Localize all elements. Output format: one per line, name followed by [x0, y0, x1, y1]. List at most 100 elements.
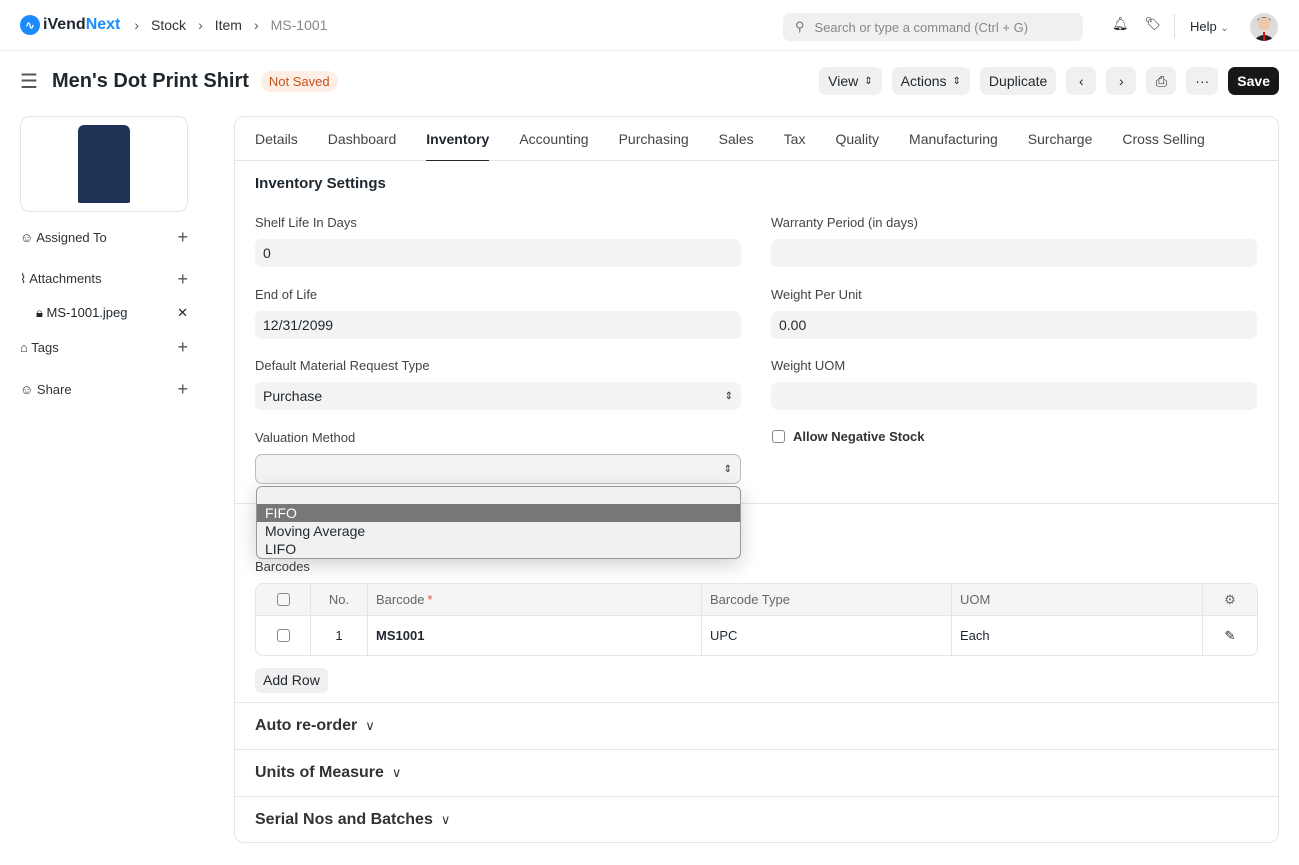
option-moving-average[interactable]: Moving Average [257, 522, 740, 540]
section-auto-reorder[interactable]: Auto re-order ∨ [255, 717, 375, 735]
weight-uom-input[interactable] [771, 382, 1257, 410]
end-of-life-input[interactable]: 12/31/2099 [255, 311, 741, 339]
sidebar-tags[interactable]: ⌂ Tags + [20, 326, 188, 368]
duplicate-button[interactable]: Duplicate [979, 67, 1057, 95]
chevron-down-icon: ⌄ [1220, 23, 1229, 34]
chevron-right-icon: › [134, 17, 140, 33]
more-button[interactable]: ··· [1186, 67, 1219, 95]
breadcrumb-item[interactable]: Item [215, 17, 242, 33]
column-label: Barcode [376, 592, 425, 607]
weight-input[interactable]: 0.00 [771, 311, 1257, 339]
row-checkbox[interactable] [276, 629, 290, 642]
help-label: Help [1190, 19, 1217, 34]
table-row[interactable]: 1 MS1001 UPC Each ✎ [256, 616, 1257, 655]
item-image[interactable] [20, 116, 188, 212]
sidebar-assigned-to[interactable]: ☺ Assigned To + [20, 216, 188, 258]
bell-icon[interactable]: 🔔︎ [1112, 16, 1129, 32]
attachment-item[interactable]: 🔒︎ MS-1001.jpeg ✕ [20, 300, 188, 326]
chevron-right-icon: › [198, 17, 203, 33]
plus-icon[interactable]: + [177, 337, 188, 358]
printer-icon: ⎙ [1155, 72, 1167, 89]
add-row-button[interactable]: Add Row [255, 668, 328, 693]
tab-accounting[interactable]: Accounting [519, 117, 588, 161]
tag-icon: ⌂ [20, 339, 28, 355]
chevron-down-icon: ∨ [440, 812, 451, 827]
section-serial-nos-batches[interactable]: Serial Nos and Batches ∨ [255, 811, 450, 829]
more-icon: ··· [1195, 73, 1210, 89]
logo-icon: ∿ [20, 15, 40, 35]
edit-icon[interactable]: ✎ [1203, 616, 1257, 655]
breadcrumb-current[interactable]: MS-1001 [271, 17, 328, 33]
column-no: No. [311, 584, 368, 615]
cell-barcode-type[interactable]: UPC [702, 616, 952, 655]
sort-icon: ⇕ [864, 75, 873, 87]
divider [235, 702, 1278, 703]
close-icon[interactable]: ✕ [177, 305, 188, 321]
tab-dashboard[interactable]: Dashboard [328, 117, 397, 161]
shelf-life-input[interactable]: 0 [255, 239, 741, 267]
print-button[interactable]: ⎙ [1146, 67, 1177, 95]
view-button[interactable]: View ⇕ [819, 67, 882, 95]
section-label: Serial Nos and Batches [255, 811, 433, 828]
cell-uom[interactable]: Each [952, 616, 1203, 655]
chevron-right-icon: › [1118, 73, 1124, 89]
chevron-down-icon: ∨ [391, 765, 402, 780]
tab-surcharge[interactable]: Surcharge [1028, 117, 1093, 161]
previous-button[interactable]: ‹ [1066, 67, 1097, 95]
next-button[interactable]: › [1106, 67, 1137, 95]
checkbox[interactable] [772, 430, 785, 443]
search-input[interactable]: ⚲ Search or type a command (Ctrl + G) [783, 13, 1083, 41]
menu-icon[interactable]: ☰ [20, 69, 38, 94]
shelf-life-field: Shelf Life In Days 0 [255, 215, 741, 267]
attachment-filename[interactable]: MS-1001.jpeg [47, 305, 128, 320]
tag-icon[interactable]: 🏷︎ [1145, 16, 1162, 32]
allow-negative-stock-checkbox[interactable]: Allow Negative Stock [772, 429, 924, 444]
tab-purchasing[interactable]: Purchasing [619, 117, 689, 161]
tab-tax[interactable]: Tax [784, 117, 806, 161]
sidebar-attachments[interactable]: ⌇ Attachments + [20, 258, 188, 300]
table-header: No. Barcode * Barcode Type UOM ⚙ [256, 584, 1257, 616]
actions-label: Actions [900, 73, 947, 89]
plus-icon[interactable]: + [177, 227, 188, 248]
status-badge: Not Saved [260, 70, 338, 92]
cell-barcode[interactable]: MS1001 [368, 616, 702, 655]
plus-icon[interactable]: + [177, 269, 188, 290]
tab-sales[interactable]: Sales [719, 117, 754, 161]
shirt-image [78, 125, 130, 203]
navbar: ∿ iVend Next › Stock › Item › MS-1001 ⚲ Search… [0, 0, 1299, 51]
avatar[interactable] [1250, 13, 1278, 41]
end-of-life-field: End of Life 12/31/2099 [255, 287, 741, 339]
select-all-checkbox[interactable] [276, 593, 290, 606]
tab-manufacturing[interactable]: Manufacturing [909, 117, 998, 161]
logo[interactable]: ∿ iVend Next [20, 15, 120, 35]
divider [235, 749, 1278, 750]
gear-icon[interactable]: ⚙ [1203, 584, 1257, 615]
warranty-input[interactable] [771, 239, 1257, 267]
mr-type-select[interactable]: Purchase ⇕ [255, 382, 741, 410]
form-card: Details Dashboard Inventory Accounting P… [234, 116, 1279, 843]
help-menu[interactable]: Help ⌄ [1190, 19, 1229, 34]
chevron-down-icon: ∨ [365, 718, 375, 733]
plus-icon[interactable]: + [177, 379, 188, 400]
tab-details[interactable]: Details [255, 117, 298, 161]
valuation-dropdown[interactable]: FIFO Moving Average LIFO [256, 486, 741, 559]
sidebar-share[interactable]: ☺ Share + [20, 368, 188, 410]
option-lifo[interactable]: LIFO [257, 540, 740, 558]
section-units-of-measure[interactable]: Units of Measure ∨ [255, 764, 401, 782]
save-button[interactable]: Save [1228, 67, 1279, 95]
user-avatar-icon [1253, 17, 1275, 41]
field-label: Weight UOM [771, 358, 846, 373]
tab-quality[interactable]: Quality [835, 117, 879, 161]
view-label: View [828, 73, 859, 89]
field-label: Shelf Life In Days [255, 215, 357, 230]
option-fifo[interactable]: FIFO [257, 504, 740, 522]
mr-type-field: Default Material Request Type Purchase ⇕ [255, 358, 741, 410]
tab-cross-selling[interactable]: Cross Selling [1122, 117, 1204, 161]
tab-inventory[interactable]: Inventory [426, 117, 490, 161]
breadcrumb-stock[interactable]: Stock [151, 17, 186, 33]
actions-button[interactable]: Actions ⇕ [891, 67, 970, 95]
barcodes-label: Barcodes [255, 559, 310, 574]
section-title: Inventory Settings [255, 175, 386, 192]
valuation-select[interactable]: ⇕ [255, 454, 741, 484]
divider [1174, 14, 1175, 38]
